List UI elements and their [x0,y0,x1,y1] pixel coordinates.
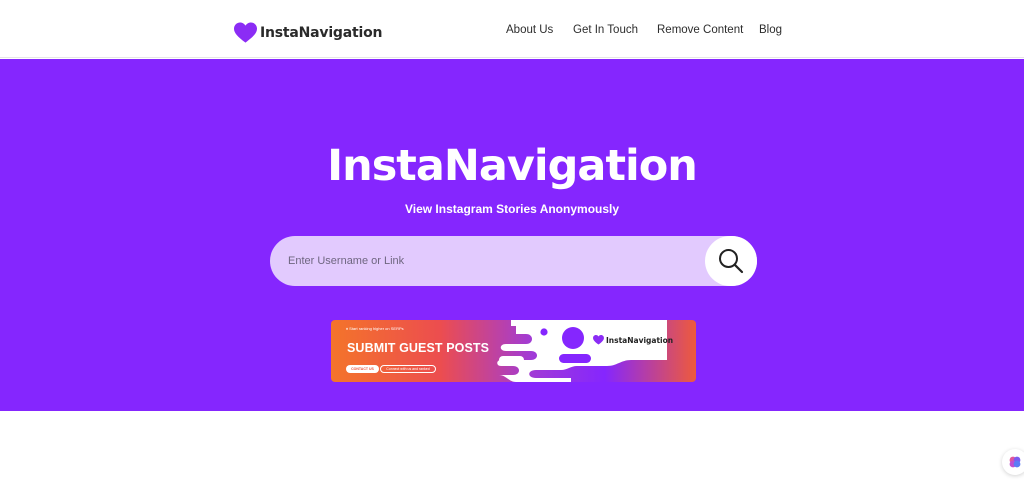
search-input[interactable] [288,236,688,286]
banner-kicker: ♦ Start ranking higher on SERPs [346,326,404,331]
page: InstaNavigation About Us Get In Touch Re… [0,0,1024,488]
brand-logo-link[interactable]: InstaNavigation [234,22,382,44]
nav-remove-content[interactable]: Remove Content [657,24,743,36]
hero-section: InstaNavigation View Instagram Stories A… [0,59,1024,411]
nav-get-in-touch[interactable]: Get In Touch [573,24,638,36]
search-bar [270,236,757,286]
site-header: InstaNavigation About Us Get In Touch Re… [0,0,1024,58]
heart-icon [234,22,257,43]
banner-brand-name: InstaNavigation [606,335,674,345]
assistant-widget-button[interactable] [1002,449,1024,475]
brand-name: InstaNavigation [260,25,383,41]
assistant-brain-icon [1009,456,1021,468]
banner-contact-pill: CONTACT US [346,365,379,373]
search-button[interactable] [705,236,757,286]
hero-subtitle: View Instagram Stories Anonymously [404,202,620,216]
nav-about-us[interactable]: About Us [506,24,553,36]
banner-headline: SUBMIT GUEST POSTS [347,341,490,355]
nav-blog[interactable]: Blog [759,24,782,36]
banner-brand: InstaNavigation [593,335,673,345]
heart-icon [593,335,604,345]
hero-title: InstaNavigation [327,141,698,191]
guest-post-banner[interactable]: ♦ Start ranking higher on SERPs SUBMIT G… [331,320,696,382]
search-icon [719,249,744,274]
banner-secondary-pill: Connect with us and ranked [380,365,436,373]
